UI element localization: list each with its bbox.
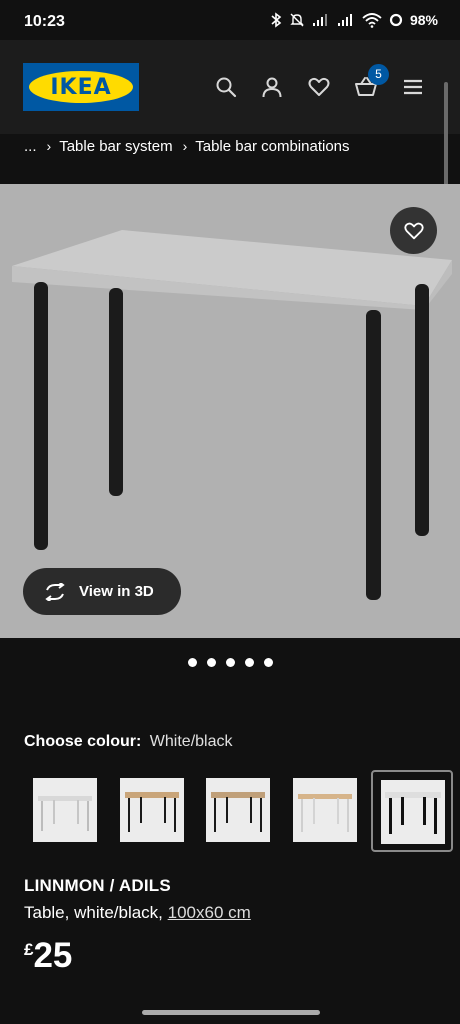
carousel-dot[interactable] <box>206 658 216 667</box>
logo-text: IKEA <box>50 74 112 100</box>
swatch-table-image <box>206 778 270 842</box>
account-icon[interactable] <box>260 75 284 99</box>
chevron-right-icon: › <box>46 138 52 154</box>
product-description-text: Table, white/black, <box>24 903 163 922</box>
logo-oval: IKEA <box>29 71 133 103</box>
carousel-dot[interactable] <box>187 658 197 667</box>
product-size-link[interactable]: 100x60 cm <box>168 903 251 922</box>
search-icon[interactable] <box>214 75 238 99</box>
swatch-table-image <box>120 778 184 842</box>
rotate-3d-icon <box>45 582 65 601</box>
breadcrumb-item-table-bar-system[interactable]: Table bar system <box>59 138 172 155</box>
status-icons: 98% <box>270 12 438 28</box>
selected-colour-value: White/black <box>149 733 233 750</box>
heart-icon <box>403 222 424 239</box>
price-currency: £ <box>24 940 34 959</box>
product-price: £25 <box>24 936 72 976</box>
battery-level: 98% <box>409 12 438 28</box>
swatch-table-image <box>381 780 445 844</box>
home-indicator[interactable] <box>142 1010 320 1015</box>
signal-icon <box>337 14 352 26</box>
cart-count-badge: 5 <box>368 64 389 85</box>
swatch-table-image <box>33 778 97 842</box>
product-description: Table, white/black, 100x60 cm <box>24 903 251 923</box>
carousel-dot[interactable] <box>263 658 273 667</box>
swatch-oak-white[interactable] <box>293 778 357 842</box>
status-bar: 10:23 98% <box>0 0 460 44</box>
view-in-3d-button[interactable]: View in 3D <box>23 568 181 615</box>
product-name: LINNMON / ADILS <box>24 876 171 895</box>
swatch-oak-black-2[interactable] <box>206 778 270 842</box>
scrollbar[interactable] <box>444 82 448 192</box>
swatch-white-white[interactable] <box>33 778 97 842</box>
wifi-icon <box>362 13 382 28</box>
status-time: 10:23 <box>24 13 65 30</box>
colour-swatches <box>0 770 460 852</box>
bluetooth-icon <box>271 12 282 28</box>
view-in-3d-label: View in 3D <box>79 583 154 600</box>
carousel-dot[interactable] <box>244 658 254 667</box>
signal-icon <box>312 14 327 26</box>
heart-icon[interactable] <box>307 75 331 99</box>
swatch-white-black <box>381 780 445 844</box>
colour-label: Choose colour: <box>24 733 142 750</box>
breadcrumb-item-table-bar-combinations[interactable]: Table bar combinations <box>195 138 349 155</box>
swatch-table-image <box>293 778 357 842</box>
site-header: IKEA 5 <box>0 40 460 134</box>
bell-muted-icon <box>290 13 304 27</box>
carousel-dot[interactable] <box>225 658 235 667</box>
menu-icon[interactable] <box>401 75 425 99</box>
battery-icon <box>389 13 403 27</box>
swatch-oak-black[interactable] <box>120 778 184 842</box>
carousel-dots <box>0 658 460 667</box>
swatch-white-black-selected[interactable] <box>371 770 453 852</box>
breadcrumb: ... › Table bar system › Table bar combi… <box>0 134 460 184</box>
product-image[interactable]: View in 3D <box>0 184 460 638</box>
breadcrumb-ellipsis[interactable]: ... <box>24 138 37 155</box>
price-value: 25 <box>33 936 73 975</box>
colour-chooser-heading: Choose colour: White/black <box>24 733 233 751</box>
chevron-right-icon: › <box>182 138 188 154</box>
ikea-logo[interactable]: IKEA <box>23 63 139 111</box>
add-to-favourites-button[interactable] <box>390 207 437 254</box>
